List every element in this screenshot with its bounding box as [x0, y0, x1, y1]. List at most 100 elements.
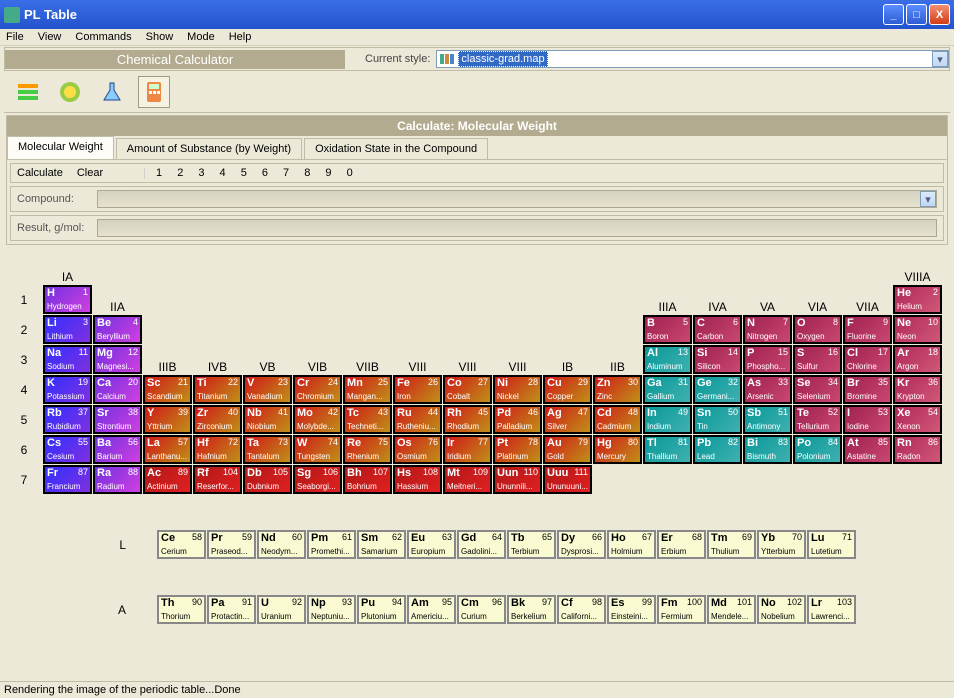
element-No[interactable]: No102Nobelium [757, 595, 806, 624]
element-Ar[interactable]: Ar18Argon [893, 345, 942, 374]
element-Tl[interactable]: Tl81Thallium [643, 435, 692, 464]
element-Lu[interactable]: Lu71Lutetium [807, 530, 856, 559]
element-He[interactable]: He2Helium [893, 285, 942, 314]
element-Lr[interactable]: Lr103Lawrenci... [807, 595, 856, 624]
element-Cr[interactable]: Cr24Chromium [293, 375, 342, 404]
element-S[interactable]: S16Sulfur [793, 345, 842, 374]
element-In[interactable]: In49Indium [643, 405, 692, 434]
element-U[interactable]: U92Uranium [257, 595, 306, 624]
menu-help[interactable]: Help [229, 31, 252, 43]
element-Md[interactable]: Md101Mendele... [707, 595, 756, 624]
chevron-down-icon[interactable]: ▾ [920, 191, 936, 207]
element-Ca[interactable]: Ca20Calcium [93, 375, 142, 404]
element-Ra[interactable]: Ra88Radium [93, 465, 142, 494]
maximize-button[interactable]: □ [906, 4, 927, 25]
style-dropdown[interactable]: classic-grad.map ▾ [436, 50, 949, 68]
element-Ir[interactable]: Ir77Iridium [443, 435, 492, 464]
element-Pt[interactable]: Pt78Platinum [493, 435, 542, 464]
digit-buttons[interactable]: 1 2 3 4 5 6 7 8 9 0 [156, 167, 359, 179]
menu-commands[interactable]: Commands [75, 31, 131, 43]
element-Fr[interactable]: Fr87Francium [43, 465, 92, 494]
element-Rf[interactable]: Rf104Reserfor... [193, 465, 242, 494]
element-Na[interactable]: Na11Sodium [43, 345, 92, 374]
element-K[interactable]: K19Potassium [43, 375, 92, 404]
element-Rh[interactable]: Rh45Rhodium [443, 405, 492, 434]
element-Mn[interactable]: Mn25Mangan... [343, 375, 392, 404]
element-Bh[interactable]: Bh107Bohrium [343, 465, 392, 494]
element-Mo[interactable]: Mo42Molybde... [293, 405, 342, 434]
element-Li[interactable]: Li3Lithium [43, 315, 92, 344]
element-Ga[interactable]: Ga31Gallium [643, 375, 692, 404]
element-Al[interactable]: Al13Aluminum [643, 345, 692, 374]
element-Nb[interactable]: Nb41Niobium [243, 405, 292, 434]
element-Ba[interactable]: Ba56Barium [93, 435, 142, 464]
element-C[interactable]: C6Carbon [693, 315, 742, 344]
element-Db[interactable]: Db105Dubnium [243, 465, 292, 494]
menu-mode[interactable]: Mode [187, 31, 215, 43]
tool-calculator-icon[interactable] [138, 76, 170, 108]
element-I[interactable]: I53Iodine [843, 405, 892, 434]
menu-file[interactable]: File [6, 31, 24, 43]
element-Pd[interactable]: Pd46Palladium [493, 405, 542, 434]
element-Pm[interactable]: Pm61Promethi... [307, 530, 356, 559]
element-Np[interactable]: Np93Neptuniu... [307, 595, 356, 624]
element-Cu[interactable]: Cu29Copper [543, 375, 592, 404]
element-Pr[interactable]: Pr59Praseod... [207, 530, 256, 559]
element-Co[interactable]: Co27Cobalt [443, 375, 492, 404]
element-W[interactable]: W74Tungsten [293, 435, 342, 464]
element-P[interactable]: P15Phospho... [743, 345, 792, 374]
element-La[interactable]: La57Lanthanu... [143, 435, 192, 464]
element-Hg[interactable]: Hg80Mercury [593, 435, 642, 464]
element-Uuu[interactable]: Uuu111Ununuuni... [543, 465, 592, 494]
element-Se[interactable]: Se34Selenium [793, 375, 842, 404]
element-Gd[interactable]: Gd64Gadolini... [457, 530, 506, 559]
element-H[interactable]: H1Hydrogen [43, 285, 92, 314]
minimize-button[interactable]: _ [883, 4, 904, 25]
element-Ce[interactable]: Ce58Cerium [157, 530, 206, 559]
element-Os[interactable]: Os76Osmium [393, 435, 442, 464]
element-Br[interactable]: Br35Bromine [843, 375, 892, 404]
element-Tc[interactable]: Tc43Techneti... [343, 405, 392, 434]
menu-view[interactable]: View [38, 31, 62, 43]
element-Po[interactable]: Po84Polonium [793, 435, 842, 464]
compound-input[interactable]: ▾ [97, 190, 937, 208]
element-Pb[interactable]: Pb82Lead [693, 435, 742, 464]
element-Tm[interactable]: Tm69Thulium [707, 530, 756, 559]
element-Uun[interactable]: Uun110Ununnili... [493, 465, 542, 494]
element-Sg[interactable]: Sg106Seaborgi... [293, 465, 342, 494]
element-B[interactable]: B5Boron [643, 315, 692, 344]
element-Hs[interactable]: Hs108Hassium [393, 465, 442, 494]
element-Pu[interactable]: Pu94Plutonium [357, 595, 406, 624]
element-Yb[interactable]: Yb70Ytterbium [757, 530, 806, 559]
element-Sr[interactable]: Sr38Strontium [93, 405, 142, 434]
element-Dy[interactable]: Dy66Dysprosi... [557, 530, 606, 559]
element-Si[interactable]: Si14Silicon [693, 345, 742, 374]
element-Cl[interactable]: Cl17Chlorine [843, 345, 892, 374]
element-Sb[interactable]: Sb51Antimony [743, 405, 792, 434]
element-Xe[interactable]: Xe54Xenon [893, 405, 942, 434]
element-Fe[interactable]: Fe26Iron [393, 375, 442, 404]
element-Y[interactable]: Y39Yttrium [143, 405, 192, 434]
element-At[interactable]: At85Astatine [843, 435, 892, 464]
element-Zn[interactable]: Zn30Zinc [593, 375, 642, 404]
element-Ru[interactable]: Ru44Rutheniu... [393, 405, 442, 434]
element-N[interactable]: N7Nitrogen [743, 315, 792, 344]
element-Es[interactable]: Es99Einsteini... [607, 595, 656, 624]
close-button[interactable]: X [929, 4, 950, 25]
element-O[interactable]: O8Oxygen [793, 315, 842, 344]
element-Hf[interactable]: Hf72Hafnium [193, 435, 242, 464]
element-Am[interactable]: Am95Americiu... [407, 595, 456, 624]
element-Ni[interactable]: Ni28Nickel [493, 375, 542, 404]
tool-flask-icon[interactable] [96, 76, 128, 108]
element-Cm[interactable]: Cm96Curium [457, 595, 506, 624]
element-Ac[interactable]: Ac89Actinium [143, 465, 192, 494]
element-V[interactable]: V23Vanadium [243, 375, 292, 404]
element-Au[interactable]: Au79Gold [543, 435, 592, 464]
tab-amount[interactable]: Amount of Substance (by Weight) [116, 138, 302, 159]
element-Nd[interactable]: Nd60Neodym... [257, 530, 306, 559]
element-Mg[interactable]: Mg12Magnesi... [93, 345, 142, 374]
element-Rn[interactable]: Rn86Radon [893, 435, 942, 464]
element-Bi[interactable]: Bi83Bismuth [743, 435, 792, 464]
tool-table-icon[interactable] [12, 76, 44, 108]
element-Pa[interactable]: Pa91Protactin... [207, 595, 256, 624]
